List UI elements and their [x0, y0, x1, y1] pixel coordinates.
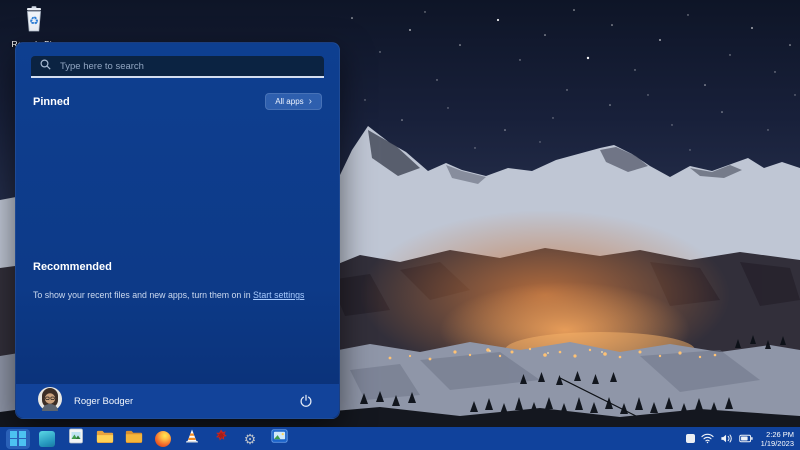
start-button[interactable]: [6, 429, 30, 449]
tray-app-square-icon[interactable]: [686, 434, 695, 443]
teal-window-icon: [39, 431, 55, 447]
taskbar-image-viewer-app[interactable]: [64, 429, 88, 449]
clock-time: 2:26 PM: [761, 430, 794, 439]
wifi-icon[interactable]: [701, 433, 714, 444]
power-button[interactable]: [295, 390, 317, 412]
taskbar-settings[interactable]: ⚙: [238, 429, 262, 449]
recycle-bin-icon: ♻: [21, 5, 47, 38]
volume-icon[interactable]: [720, 433, 733, 444]
all-apps-label: All apps: [275, 97, 303, 106]
file-explorer-folder-icon: [96, 429, 114, 449]
search-icon: [40, 57, 51, 75]
chevron-right-icon: ›: [309, 99, 312, 105]
user-avatar[interactable]: [38, 387, 62, 416]
battery-icon[interactable]: [739, 434, 753, 443]
taskbar-red-app[interactable]: [209, 429, 233, 449]
taskbar-firefox[interactable]: [151, 429, 175, 449]
firefox-icon: [155, 431, 171, 447]
recommended-title: Recommended: [33, 261, 322, 273]
search-input[interactable]: [58, 60, 324, 73]
desktop-screen: ♻ Recycle Bin Pinned All apps › Recommen…: [0, 0, 800, 450]
pinned-header-row: Pinned All apps ›: [33, 93, 322, 110]
taskbar: ⚙: [0, 427, 800, 450]
folder-icon: [125, 429, 143, 449]
recommended-section: Recommended To show your recent files an…: [33, 261, 322, 300]
start-settings-link[interactable]: Start settings: [253, 290, 304, 300]
taskbar-app-icons: ⚙: [6, 427, 291, 450]
taskbar-blue-monitor-app[interactable]: [267, 429, 291, 449]
pinned-title: Pinned: [33, 96, 70, 108]
user-name: Roger Bodger: [74, 396, 133, 407]
vlc-cone-icon: [184, 428, 200, 449]
taskbar-vlc[interactable]: [180, 429, 204, 449]
start-menu-footer: Roger Bodger: [16, 384, 339, 418]
image-viewer-icon: [68, 428, 84, 449]
windows-logo-icon: [10, 431, 26, 447]
recycle-glyph: ♻: [29, 16, 39, 28]
taskbar-clock[interactable]: 2:26 PM 1/19/2023: [761, 430, 794, 448]
recommended-text-prefix: To show your recent files and new apps, …: [33, 290, 253, 300]
blue-monitor-icon: [271, 429, 288, 448]
settings-gear-icon: ⚙: [244, 432, 257, 446]
start-menu-panel: Pinned All apps › Recommended To show yo…: [15, 42, 340, 419]
system-tray: 2:26 PM 1/19/2023: [686, 427, 797, 450]
red-app-icon: [213, 428, 229, 449]
taskbar-folder[interactable]: [122, 429, 146, 449]
taskbar-teal-window-app[interactable]: [35, 429, 59, 449]
recommended-empty-text: To show your recent files and new apps, …: [33, 290, 322, 300]
clock-date: 1/19/2023: [761, 439, 794, 448]
start-search-box[interactable]: [31, 56, 324, 78]
all-apps-button[interactable]: All apps ›: [265, 93, 322, 110]
taskbar-file-explorer[interactable]: [93, 429, 117, 449]
